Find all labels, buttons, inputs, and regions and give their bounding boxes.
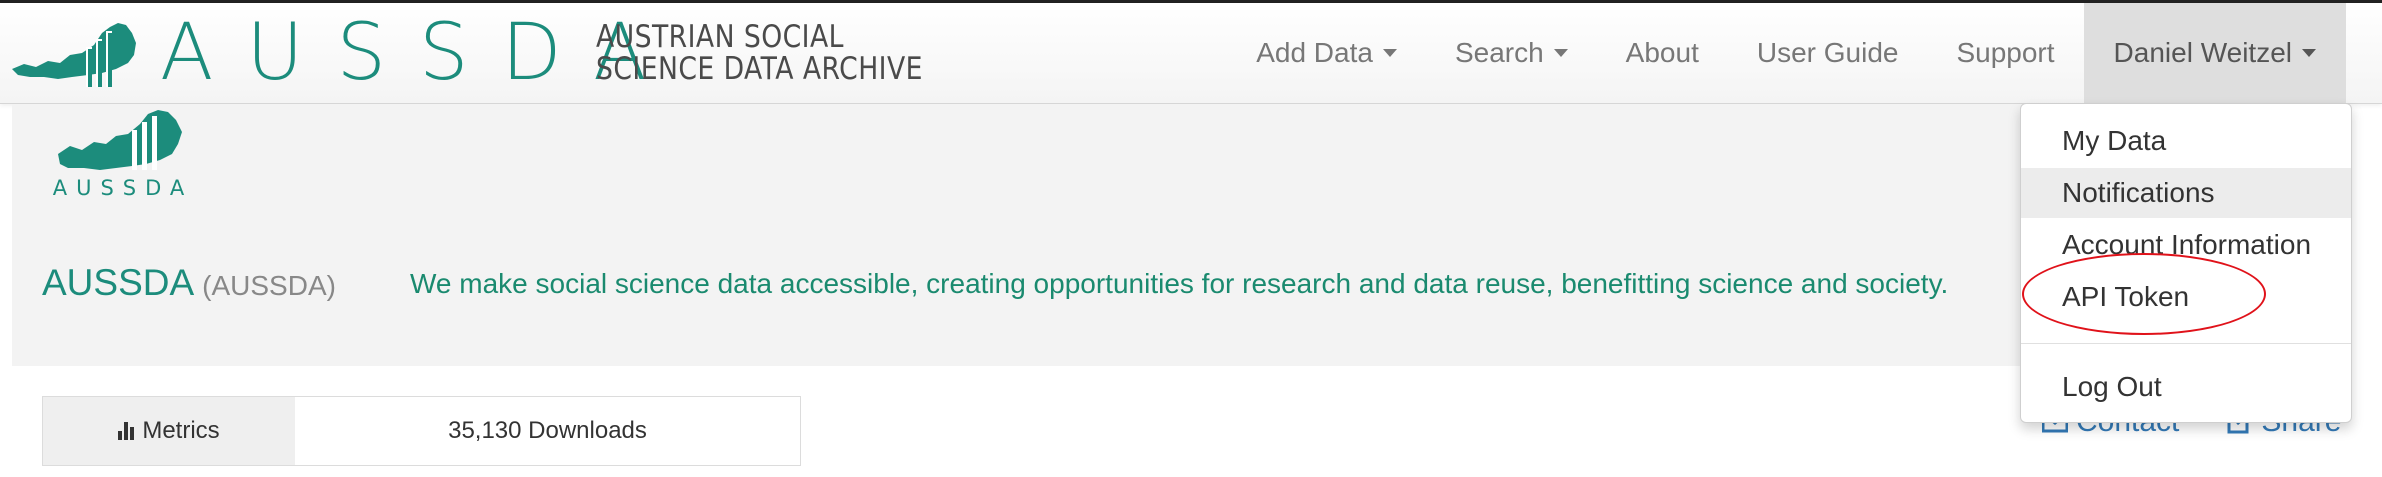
dataverse-name: AUSSDA	[42, 262, 195, 303]
metrics-label-cell: Metrics	[43, 397, 295, 465]
menu-item-notifications[interactable]: Notifications	[2021, 168, 2351, 218]
chevron-down-icon	[2302, 49, 2316, 57]
metrics-downloads: 35,130 Downloads	[448, 417, 647, 444]
annotation-ellipse	[2022, 253, 2266, 335]
brand-subtitle-line2: SCIENCE DATA ARCHIVE	[596, 51, 923, 87]
dataverse-logo-text: AUSSDA	[52, 176, 194, 200]
nav-search-label: Search	[1454, 37, 1544, 68]
brand-subtitle-line1: AUSTRIAN SOCIAL	[596, 19, 844, 55]
nav-user-menu[interactable]: Daniel Weitzel	[2083, 3, 2346, 103]
chevron-down-icon	[1553, 49, 1568, 57]
menu-item-log-out[interactable]: Log Out	[2021, 362, 2351, 412]
brand-logo[interactable]: AUSSDA	[10, 13, 680, 93]
nav-user-name: Daniel Weitzel	[2113, 37, 2292, 68]
nav-support[interactable]: Support	[1927, 3, 2083, 103]
nav-support-label: Support	[1956, 37, 2055, 68]
dataverse-alias: (AUSSDA)	[202, 270, 336, 301]
metrics-label: Metrics	[142, 417, 220, 444]
dataverse-header: AUSSDA AUSSDA (AUSSDA) We make social sci…	[12, 104, 2082, 366]
nav-about[interactable]: About	[1597, 3, 1728, 103]
nav-search[interactable]: Search	[1426, 3, 1597, 103]
navbar: AUSSDA AUSTRIAN SOCIAL SCIENCE DATA ARCH…	[0, 3, 2382, 104]
main-nav: Add Data Search About User Guide Support…	[1227, 3, 2382, 103]
menu-divider	[2021, 343, 2351, 344]
nav-about-label: About	[1625, 37, 1699, 68]
austria-map-bars-icon	[12, 23, 136, 87]
bar-chart-icon	[118, 422, 136, 440]
nav-user-guide-label: User Guide	[1756, 37, 1899, 68]
nav-add-data[interactable]: Add Data	[1227, 3, 1426, 103]
nav-add-data-label: Add Data	[1256, 37, 1373, 68]
metrics-box: Metrics 35,130 Downloads	[42, 396, 801, 466]
nav-user-guide[interactable]: User Guide	[1728, 3, 1928, 103]
dataverse-tagline: We make social science data accessible, …	[410, 268, 1949, 299]
dataverse-title[interactable]: AUSSDA (AUSSDA)	[42, 262, 336, 304]
menu-item-my-data[interactable]: My Data	[2021, 116, 2351, 166]
brand-subtitle: AUSTRIAN SOCIAL SCIENCE DATA ARCHIVE	[596, 21, 923, 85]
chevron-down-icon	[1382, 49, 1397, 57]
